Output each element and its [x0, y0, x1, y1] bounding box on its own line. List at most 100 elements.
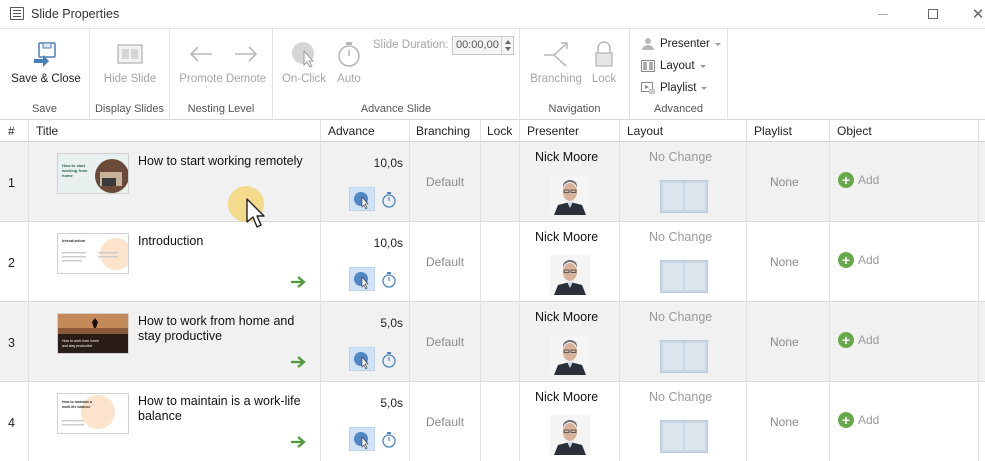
- playlist-value[interactable]: None: [770, 335, 799, 349]
- column-divider: [746, 120, 747, 461]
- hide-slide-button[interactable]: Hide Slide: [98, 37, 162, 85]
- column-divider: [829, 120, 830, 461]
- auto-timer-toggle[interactable]: [381, 191, 397, 212]
- playlist-icon: [641, 82, 655, 94]
- layout-preview[interactable]: [660, 340, 708, 373]
- presenter-value[interactable]: Nick Moore: [535, 150, 598, 164]
- auto-timer-toggle[interactable]: [381, 431, 397, 452]
- playlist-value[interactable]: None: [770, 255, 799, 269]
- branching-value[interactable]: Default: [426, 175, 464, 189]
- add-object-label: Add: [858, 413, 880, 427]
- table-row[interactable]: 3 How to work from home and stay product…: [0, 302, 985, 382]
- presenter-photo[interactable]: [550, 415, 590, 455]
- playlist-value[interactable]: None: [770, 175, 799, 189]
- on-click-button[interactable]: On-Click: [279, 37, 329, 85]
- slide-duration[interactable]: 5,0s: [340, 396, 403, 410]
- slide-thumbnail[interactable]: Introduction: [57, 233, 129, 274]
- branching-button[interactable]: Branching: [526, 37, 586, 85]
- layout-value[interactable]: No Change: [649, 150, 712, 164]
- save-close-icon: [10, 37, 82, 71]
- column-header-title[interactable]: Title: [36, 124, 58, 138]
- demote-button[interactable]: Demote: [224, 37, 268, 85]
- close-icon: ✕: [971, 6, 985, 23]
- add-object-button[interactable]: + Add: [838, 332, 879, 348]
- column-divider: [978, 120, 979, 461]
- column-header-playlist[interactable]: Playlist: [754, 124, 792, 138]
- on-click-toggle[interactable]: [349, 347, 375, 371]
- layout-value[interactable]: No Change: [649, 230, 712, 244]
- column-header-layout[interactable]: Layout: [627, 124, 663, 138]
- next-slide-arrow-icon: [290, 276, 306, 291]
- branching-value[interactable]: Default: [426, 335, 464, 349]
- stopwatch-icon: [331, 37, 367, 71]
- presenter-dropdown[interactable]: Presenter: [641, 35, 721, 53]
- slide-thumbnail[interactable]: How to work from home and stay productiv…: [57, 313, 129, 354]
- column-header-branching[interactable]: Branching: [416, 124, 470, 138]
- on-click-toggle[interactable]: [349, 187, 375, 211]
- lock-button[interactable]: Lock: [588, 37, 620, 85]
- branching-value[interactable]: Default: [426, 415, 464, 429]
- presenter-photo-image: [550, 255, 590, 295]
- presenter-photo[interactable]: [550, 175, 590, 215]
- mouse-pointer-icon: [246, 198, 266, 233]
- table-row[interactable]: 2 Introduction Introduction 10,0s Defaul…: [0, 222, 985, 302]
- add-object-button[interactable]: + Add: [838, 252, 879, 268]
- layout-preview[interactable]: [660, 260, 708, 293]
- promote-label: Promote: [179, 73, 223, 85]
- slide-title[interactable]: How to start working remotely: [138, 154, 308, 169]
- slide-title[interactable]: Introduction: [138, 234, 308, 249]
- presenter-photo[interactable]: [550, 335, 590, 375]
- presenter-photo-image: [550, 335, 590, 375]
- on-click-icon: [354, 192, 369, 210]
- add-object-button[interactable]: + Add: [838, 172, 879, 188]
- presenter-value[interactable]: Nick Moore: [535, 230, 598, 244]
- slide-thumbnail[interactable]: How to maintain a work-life balance: [57, 393, 129, 434]
- plus-icon: +: [838, 412, 854, 428]
- column-header-presenter[interactable]: Presenter: [527, 124, 579, 138]
- branching-value[interactable]: Default: [426, 255, 464, 269]
- playlist-dropdown[interactable]: Playlist: [641, 79, 708, 97]
- slide-duration[interactable]: 5,0s: [340, 316, 403, 330]
- on-click-icon: [279, 37, 329, 71]
- on-click-toggle[interactable]: [349, 267, 375, 291]
- promote-button[interactable]: Promote: [176, 37, 226, 85]
- playlist-value[interactable]: None: [770, 415, 799, 429]
- presenter-value[interactable]: Nick Moore: [535, 310, 598, 324]
- on-click-label: On-Click: [281, 73, 327, 85]
- layout-label: Layout: [660, 60, 695, 72]
- slide-duration[interactable]: 10,0s: [340, 236, 403, 250]
- column-header-num[interactable]: #: [8, 124, 15, 138]
- slide-number: 4: [8, 416, 15, 430]
- close-button[interactable]: ✕: [955, 0, 985, 28]
- slide-duration-spinner[interactable]: [501, 37, 513, 54]
- layout-value[interactable]: No Change: [649, 390, 712, 404]
- layout-preview[interactable]: [660, 420, 708, 453]
- stopwatch-icon: [382, 352, 396, 368]
- table-row[interactable]: 1 How to start working from home How to …: [0, 142, 985, 222]
- presenter-value[interactable]: Nick Moore: [535, 390, 598, 404]
- layout-preview[interactable]: [660, 180, 708, 213]
- slide-title[interactable]: How to work from home and stay productiv…: [138, 314, 308, 344]
- slide-title[interactable]: How to maintain is a work-life balance: [138, 394, 308, 424]
- layout-dropdown[interactable]: Layout: [641, 57, 706, 75]
- column-divider: [619, 120, 620, 461]
- maximize-button[interactable]: [910, 0, 956, 28]
- layout-value[interactable]: No Change: [649, 310, 712, 324]
- table-row[interactable]: 4 How to maintain a work-life balance Ho…: [0, 382, 985, 461]
- slide-thumbnail[interactable]: How to start working from home: [57, 153, 129, 194]
- ribbon-group-save: Save & Close Save: [0, 29, 90, 120]
- add-object-button[interactable]: + Add: [838, 412, 879, 428]
- auto-button[interactable]: Auto: [331, 37, 367, 85]
- presenter-photo[interactable]: [550, 255, 590, 295]
- column-header-object[interactable]: Object: [837, 124, 872, 138]
- save-close-button[interactable]: Save & Close: [10, 37, 82, 85]
- group-label-save: Save: [31, 103, 58, 115]
- slide-duration[interactable]: 10,0s: [340, 156, 403, 170]
- playlist-label: Playlist: [660, 82, 697, 94]
- column-header-lock[interactable]: Lock: [487, 124, 512, 138]
- auto-timer-toggle[interactable]: [381, 271, 397, 292]
- on-click-toggle[interactable]: [349, 427, 375, 451]
- minimize-button[interactable]: [860, 0, 906, 28]
- auto-timer-toggle[interactable]: [381, 351, 397, 372]
- column-header-advance[interactable]: Advance: [328, 124, 375, 138]
